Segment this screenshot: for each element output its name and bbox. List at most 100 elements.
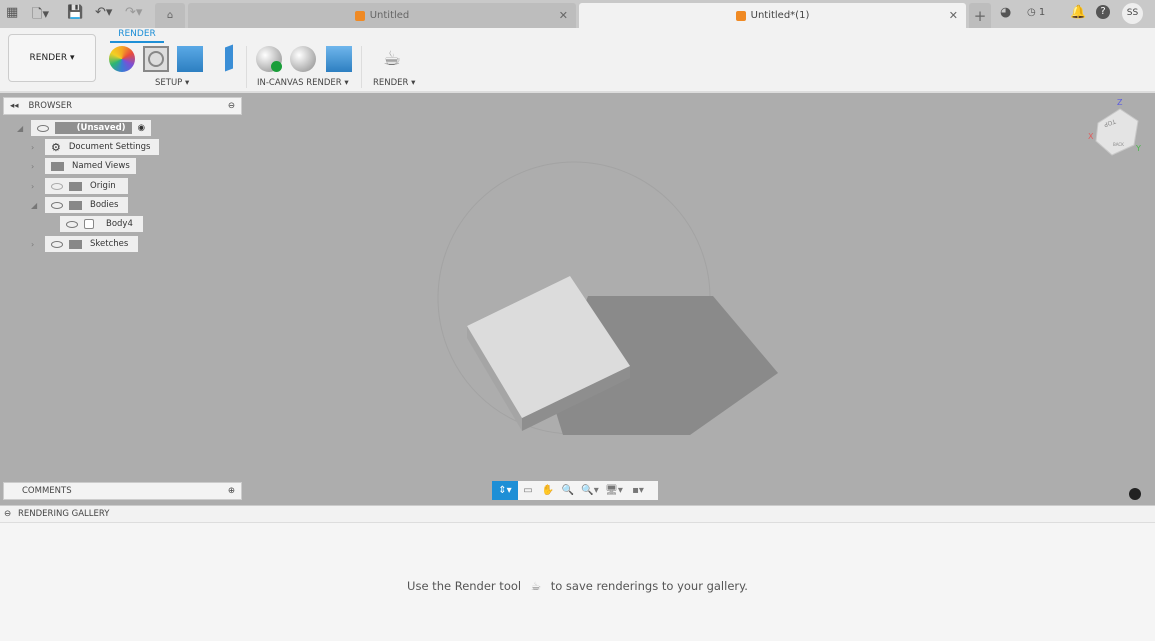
tree-label: Named Views (72, 161, 130, 171)
tree-item-body4[interactable]: Body4 (60, 216, 143, 232)
decal-icon[interactable] (213, 44, 235, 72)
appearance-icon[interactable] (109, 46, 135, 72)
gallery-hint: Use the Render tool ☕ to save renderings… (0, 579, 1155, 593)
tree-label: Sketches (90, 239, 129, 249)
tree-item-origin[interactable]: Origin (45, 178, 128, 194)
collapse-icon[interactable]: ◂◂ (10, 101, 19, 111)
tab-label: Untitled*(1) (750, 10, 810, 21)
teapot-icon: ☕ (530, 579, 542, 593)
avatar[interactable]: SS (1122, 3, 1143, 24)
tree-item-named-views[interactable]: Named Views (45, 158, 136, 174)
minimize-icon[interactable]: ⊖ (228, 101, 235, 111)
new-tab-button[interactable]: + (969, 3, 991, 28)
tree-label: Body4 (106, 219, 133, 229)
environment-icon[interactable]: ▪▾ (626, 481, 650, 500)
expand-triangle-icon[interactable]: ◢ (17, 124, 23, 133)
render-group-label[interactable]: RENDER ▾ (373, 78, 415, 88)
activate-radio-icon[interactable]: ◉ (138, 123, 145, 133)
help-icon[interactable]: ? (1096, 5, 1110, 19)
collapse-minus-icon[interactable]: ⊖ (4, 509, 11, 519)
divider (246, 46, 247, 88)
close-icon[interactable]: ✕ (949, 9, 958, 22)
file-menu-icon[interactable]: 🗋▾ (32, 5, 49, 27)
hint-text: Use the Render tool (407, 579, 522, 593)
document-cube-icon (735, 10, 746, 21)
hidden-eye-icon[interactable] (51, 182, 63, 190)
tree-label: Document Settings (68, 142, 151, 152)
notifications-icon[interactable]: 🔔 (1070, 5, 1086, 20)
tab-bar: ▦ 🗋▾ 💾 ↶▾ ↷▾ ⌂ Untitled ✕ Untitled*(1) ✕ +… (0, 0, 1155, 28)
orbit-tool-icon[interactable]: ⇕▾ (492, 481, 518, 500)
folder-icon (51, 161, 64, 171)
tab-untitled-1[interactable]: Untitled*(1) ✕ (579, 3, 966, 28)
browser-title: BROWSER (28, 101, 73, 111)
look-at-icon[interactable]: ▭ (518, 481, 538, 500)
expand-icon[interactable]: › (31, 240, 34, 249)
root-label: (Unsaved) (54, 122, 132, 134)
hint-text: to save renderings to your gallery. (550, 579, 748, 593)
save-icon[interactable]: 💾 (67, 5, 83, 20)
comments-panel-header[interactable]: COMMENTS ⊕ (3, 482, 242, 500)
texture-map-icon[interactable] (177, 46, 203, 72)
visibility-eye-icon[interactable] (51, 201, 63, 209)
comments-title: COMMENTS (22, 486, 72, 496)
axis-x-label: X (1088, 132, 1094, 141)
expand-icon[interactable]: › (31, 182, 34, 191)
axis-y-label: Y (1135, 144, 1141, 153)
tab-render[interactable]: RENDER (110, 29, 164, 43)
display-settings-icon[interactable]: 🖥▾ (602, 481, 626, 500)
viewcube-back-label: BACK (1113, 142, 1124, 147)
tab-label: Untitled (369, 10, 410, 21)
visibility-eye-icon[interactable] (66, 220, 78, 228)
tree-label: Origin (90, 181, 116, 191)
tree-item-sketches[interactable]: Sketches (45, 236, 138, 252)
apps-grid-icon[interactable]: ▦ (6, 5, 18, 20)
navigation-toolbar: ⇕▾ ▭ ✋ 🔍 🔍▾ 🖥▾ ▪▾ (492, 481, 658, 500)
gear-icon: ⚙ (51, 140, 61, 154)
expand-icon[interactable]: › (31, 143, 34, 152)
tree-label: Bodies (90, 200, 119, 210)
close-icon[interactable]: ✕ (559, 9, 568, 22)
axis-z-label: Z (1117, 98, 1123, 107)
job-status[interactable]: ◷ 1 (1027, 7, 1045, 18)
body-icon (84, 219, 94, 229)
pan-hand-icon[interactable]: ✋ (538, 481, 558, 500)
tree-item-document-settings[interactable]: ⚙ Document Settings (45, 139, 159, 155)
zoom-icon[interactable]: 🔍 (558, 481, 578, 500)
canvas-viewport[interactable]: TOP BACK Z X Y (0, 93, 1155, 505)
document-cube-icon (354, 10, 365, 21)
in-canvas-group-label[interactable]: IN-CANVAS RENDER ▾ (257, 78, 349, 88)
home-icon: ⌂ (166, 10, 174, 21)
visibility-eye-icon[interactable] (37, 124, 49, 132)
redo-icon[interactable]: ↷▾ (125, 5, 142, 20)
in-canvas-render-icon[interactable] (256, 46, 282, 72)
browser-root-node[interactable]: (Unsaved) ◉ (31, 120, 151, 136)
workspace-switcher[interactable]: RENDER ▾ (8, 34, 96, 82)
job-count: 1 (1038, 7, 1046, 18)
workspace-label: RENDER (29, 53, 68, 63)
browser-panel-header[interactable]: ◂◂ BROWSER ⊖ (3, 97, 242, 115)
expand-plus-icon[interactable]: ⊕ (228, 486, 235, 496)
scene-settings-icon[interactable] (143, 46, 169, 72)
expand-icon[interactable]: › (31, 162, 34, 171)
viewcube[interactable]: TOP BACK Z X Y (1088, 98, 1141, 156)
home-tab[interactable]: ⌂ (155, 3, 185, 28)
gallery-title: RENDERING GALLERY (18, 509, 110, 519)
folder-icon (69, 239, 82, 249)
navigation-mode-icon[interactable] (1129, 488, 1141, 500)
visibility-eye-icon[interactable] (51, 240, 63, 248)
tab-untitled[interactable]: Untitled ✕ (188, 3, 576, 28)
tree-item-bodies[interactable]: Bodies (45, 197, 128, 213)
undo-icon[interactable]: ↶▾ (95, 5, 112, 20)
capture-image-icon[interactable] (326, 46, 352, 72)
in-canvas-settings-icon[interactable] (290, 46, 316, 72)
rendering-gallery-header[interactable]: ⊖ RENDERING GALLERY (0, 505, 1155, 523)
teapot-render-icon[interactable]: ☕ (379, 46, 405, 72)
fit-zoom-icon[interactable]: 🔍▾ (578, 481, 602, 500)
folder-icon (69, 200, 82, 210)
folder-icon (69, 181, 82, 191)
collapse-triangle-icon[interactable]: ◢ (31, 201, 37, 210)
extensions-icon[interactable]: ◕ (1000, 5, 1011, 20)
toolbar: RENDER ▾ RENDER SETUP ▾ IN-CANVAS RENDER… (0, 28, 1155, 93)
setup-group-label[interactable]: SETUP ▾ (155, 78, 189, 88)
